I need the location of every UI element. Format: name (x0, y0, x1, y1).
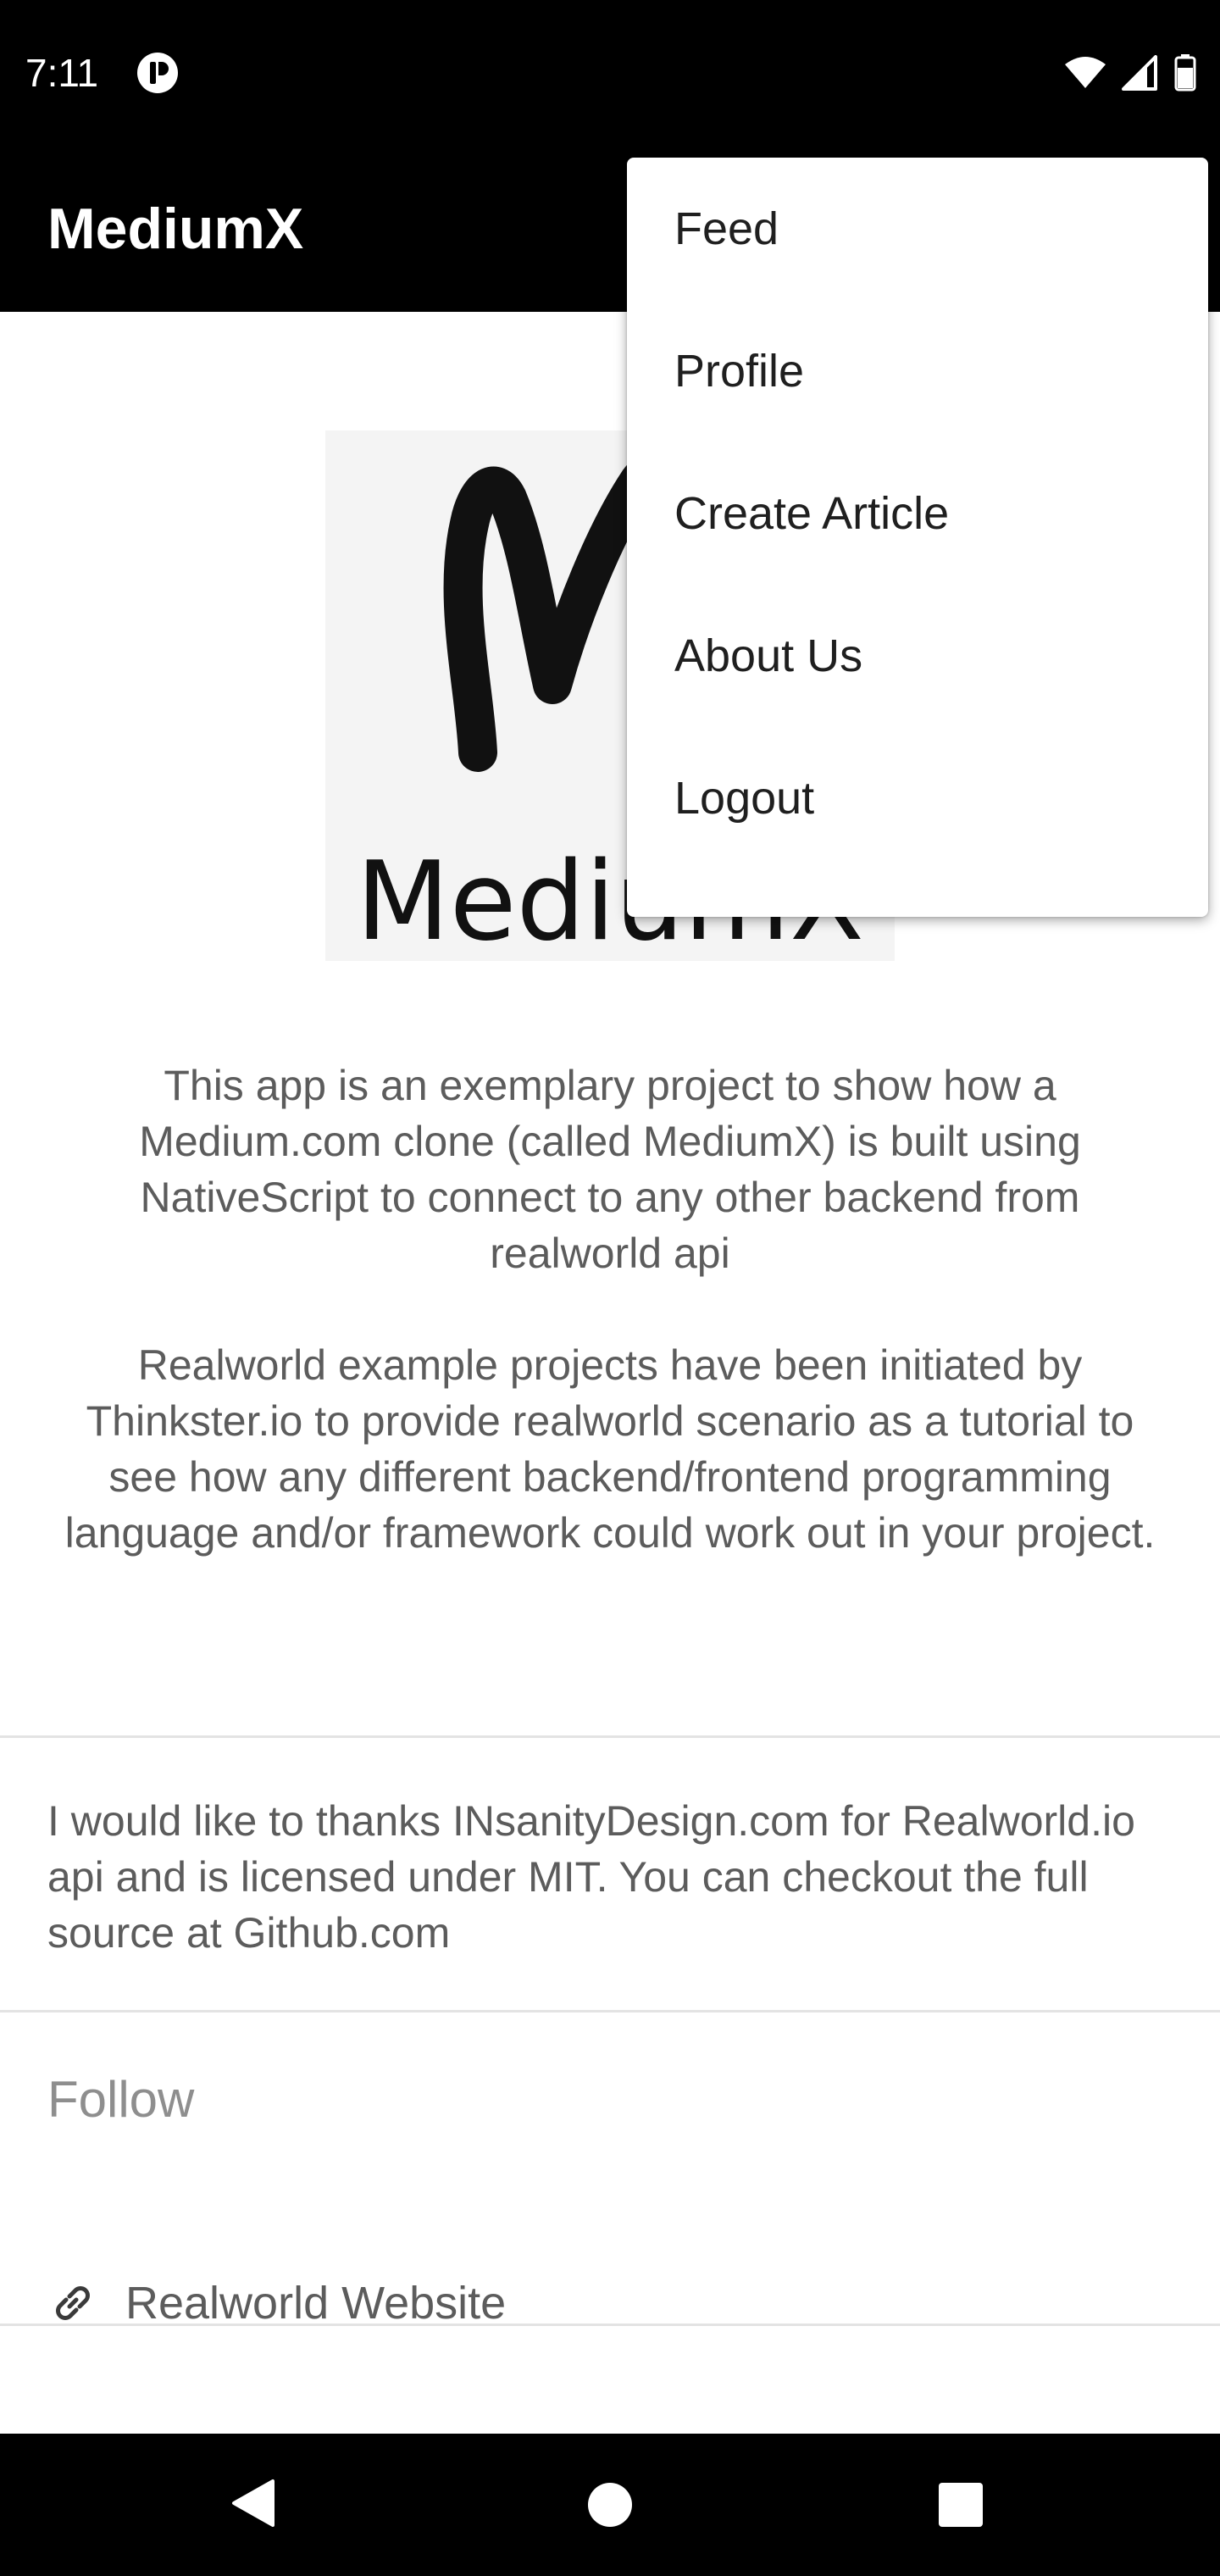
about-paragraph-2: Realworld example projects have been ini… (64, 1341, 1156, 1557)
wifi-icon (1065, 57, 1106, 88)
link-label: INsanityDesign Website (125, 2424, 610, 2434)
about-paragraph-1: This app is an exemplary project to show… (139, 1062, 1081, 1277)
realworld-website-link[interactable]: Realworld Website (0, 2252, 1220, 2354)
link-icon (56, 2286, 90, 2320)
screen: 7:11 MediumX MediumX This app is an exem… (0, 0, 1220, 2576)
menu-item-create-article[interactable]: Create Article (627, 442, 1208, 585)
menu-item-profile[interactable]: Profile (627, 300, 1208, 442)
menu-item-label: Feed (674, 203, 779, 254)
back-icon[interactable] (229, 2478, 276, 2529)
home-icon[interactable] (586, 2481, 634, 2529)
about-description: This app is an exemplary project to show… (59, 1058, 1161, 1617)
app-title: MediumX (47, 197, 304, 261)
app-notification-icon (137, 53, 178, 93)
insanitydesign-website-link[interactable]: INsanityDesign Website (0, 2401, 1220, 2434)
recents-icon[interactable] (937, 2481, 984, 2529)
menu-item-logout[interactable]: Logout (627, 727, 1208, 869)
thanks-text: I would like to thanks INsanityDesign.co… (47, 1797, 1135, 1957)
status-icons (1064, 51, 1196, 95)
status-bar: 7:11 (0, 0, 1220, 146)
overflow-menu: Feed Profile Create Article About Us Log… (627, 158, 1208, 917)
divider (0, 1735, 1220, 1738)
menu-item-about-us[interactable]: About Us (627, 585, 1208, 727)
menu-item-label: Logout (674, 773, 815, 824)
system-nav-bar (0, 2434, 1220, 2576)
menu-item-label: About Us (674, 630, 863, 681)
menu-item-feed[interactable]: Feed (627, 158, 1208, 300)
menu-item-label: Profile (674, 346, 805, 397)
battery-icon (1174, 54, 1196, 92)
status-time: 7:11 (25, 51, 99, 95)
follow-heading: Follow (47, 2071, 195, 2128)
divider (0, 2010, 1220, 2012)
divider (0, 2323, 1220, 2326)
menu-item-label: Create Article (674, 488, 950, 539)
signal-icon (1122, 55, 1157, 91)
